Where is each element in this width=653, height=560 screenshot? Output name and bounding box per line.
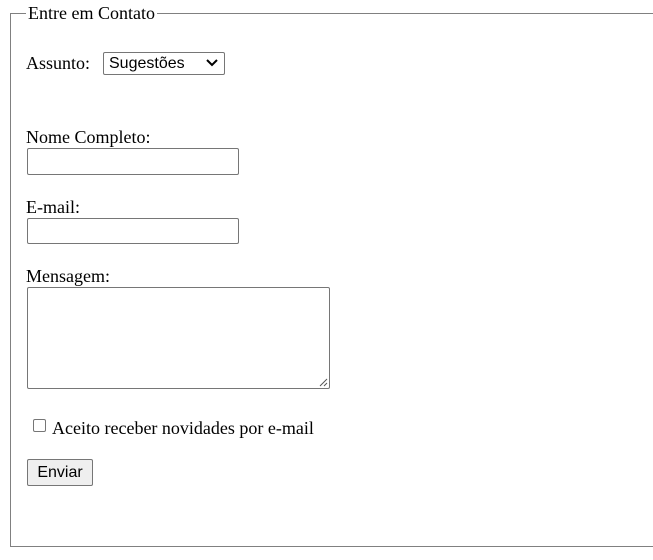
name-input[interactable] [27,148,239,175]
subject-select-value: Sugestões [109,55,185,72]
message-label: Mensagem: [26,266,110,286]
subject-label: Assunto: [26,53,91,73]
subject-select[interactable]: Sugestões [103,52,225,75]
fieldset-legend: Entre em Contato [26,2,157,24]
message-textarea[interactable] [27,287,330,389]
newsletter-checkbox[interactable] [33,419,46,432]
newsletter-label[interactable]: Aceito receber novidades por e-mail [52,417,314,439]
submit-button[interactable]: Enviar [27,459,93,486]
name-label: Nome Completo: [26,127,151,147]
chevron-down-icon [206,59,218,67]
resize-handle-icon[interactable] [318,377,328,387]
email-label: E-mail: [26,197,80,217]
email-input[interactable] [27,218,239,244]
